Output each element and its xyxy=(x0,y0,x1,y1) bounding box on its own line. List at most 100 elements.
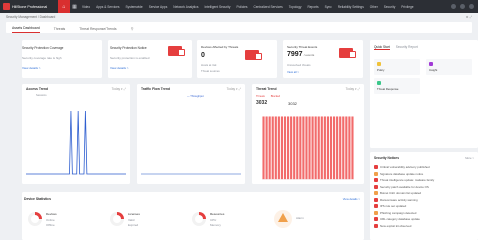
device-group-label: Devices xyxy=(46,212,57,216)
notice-text: URL category database update xyxy=(380,217,420,222)
threat-trend-title: Threat Trend xyxy=(256,87,277,91)
tab-security-report[interactable]: Security Report xyxy=(396,45,418,50)
menu-item[interactable]: Network Analytics xyxy=(170,5,201,9)
threat-bar xyxy=(290,116,293,180)
affected-line1: Hosts at risk xyxy=(201,63,217,67)
device-alert-icon xyxy=(245,50,262,60)
threat-bar xyxy=(342,116,345,180)
threat-trend-tools[interactable]: Today ▾ ⤢ xyxy=(346,87,360,91)
threat-bar xyxy=(308,116,311,180)
menu-item[interactable]: Apps & Services xyxy=(93,5,122,9)
affected-line2: Threat sources xyxy=(201,69,220,73)
threat-bar xyxy=(271,116,274,180)
access-trend-tools[interactable]: Today ▾ ⤢ xyxy=(112,87,126,91)
notice-text: IPS rule set updated xyxy=(380,204,407,209)
threat-trend-chart xyxy=(262,116,354,180)
threat-bar xyxy=(268,116,271,180)
notice-text: Critical vulnerability advisory publishe… xyxy=(380,165,430,170)
notice-icon xyxy=(374,217,378,222)
tab-threats[interactable]: Threats xyxy=(54,27,66,33)
threat-events-unit: / events xyxy=(303,53,315,57)
notices-list: Critical vulnerability advisory publishe… xyxy=(374,164,474,229)
threat-events-card: Security Threat Events 7997 / events Unr… xyxy=(283,40,363,78)
license-donut xyxy=(110,212,124,226)
threat-bar xyxy=(302,116,305,180)
help-icon[interactable] xyxy=(460,4,465,9)
menu-item[interactable]: Intelligent Security xyxy=(201,5,233,9)
threat-bar xyxy=(339,116,342,180)
menu-item[interactable]: Topology xyxy=(286,5,305,9)
alarm-icon xyxy=(274,210,292,228)
coverage-link[interactable]: View details > xyxy=(22,66,41,70)
home-icon[interactable]: ⌂ xyxy=(58,0,70,13)
top-right-tools xyxy=(451,4,478,9)
notice-card-link[interactable]: View details > xyxy=(110,66,129,70)
threat-bar xyxy=(348,116,351,180)
menu-item[interactable]: Centralized Services xyxy=(250,5,285,9)
notice-icon xyxy=(374,178,378,183)
alarm-label: Alarm xyxy=(296,216,304,220)
threat-bar xyxy=(317,116,320,180)
response-label: Threat Response xyxy=(377,87,399,91)
menu-item[interactable]: Sync xyxy=(322,5,335,9)
tab-assets[interactable]: Assets Dashboard xyxy=(12,26,40,33)
device-stats-panel: Device Statistics View details > Devices… xyxy=(22,192,364,240)
tab-threat-response[interactable]: Threat Response/Trends xyxy=(79,27,116,33)
top-navbar: HillStone Professional ⌂ ▦ Video Apps & S… xyxy=(0,0,478,13)
threat-events-value: 7997 xyxy=(287,51,303,58)
menu-item[interactable]: Policies xyxy=(234,5,251,9)
brand-logo-icon xyxy=(3,3,10,10)
threat-bar xyxy=(336,116,339,180)
notice-card: Security Protection Notice Security prot… xyxy=(108,40,192,78)
threat-bar xyxy=(265,116,268,180)
device-stats-link[interactable]: View details > xyxy=(343,197,360,201)
grid-icon[interactable]: ▦ xyxy=(70,4,79,10)
menu-item[interactable]: Systemwide xyxy=(123,5,146,9)
threat-bar xyxy=(286,116,290,180)
device-group-a: Online xyxy=(46,218,55,222)
notice-text: Signature database update notice xyxy=(380,171,424,176)
notice-text: Ransomware activity warning xyxy=(380,197,418,202)
threat-stat-2: 3032 xyxy=(288,101,297,106)
menu-item[interactable]: Security xyxy=(381,5,399,9)
bell-icon[interactable] xyxy=(451,4,456,9)
threat-trend-panel: Threat Trend Today ▾ ⤢ Threats Blocked 3… xyxy=(252,84,364,184)
device-stats-title: Device Statistics xyxy=(24,197,51,201)
access-series-line xyxy=(26,110,126,175)
notice-item[interactable]: New exploit kit observed xyxy=(374,223,474,230)
device-donut xyxy=(28,212,42,226)
threat-bar xyxy=(280,116,284,180)
traffic-trend-chart xyxy=(141,173,241,175)
threat-bar xyxy=(351,116,354,180)
user-avatar[interactable] xyxy=(469,4,474,9)
brand[interactable]: HillStone Professional xyxy=(0,3,58,10)
response-icon xyxy=(377,81,381,85)
menu-item[interactable]: Privilege xyxy=(398,5,416,9)
affected-title: Devices Affected by Threats xyxy=(201,45,239,49)
notice-text: Security patch available for device OS xyxy=(380,184,429,189)
menu-item[interactable]: Reports xyxy=(304,5,321,9)
threat-bar xyxy=(323,116,326,180)
policy-icon xyxy=(377,62,381,66)
notices-title: Security Notices xyxy=(374,156,399,160)
quick-item-insight[interactable]: Insight xyxy=(426,59,472,75)
tab-quick-start[interactable]: Quick Start xyxy=(374,45,390,50)
access-trend-title: Access Trend xyxy=(26,87,49,91)
threat-events-title: Security Threat Events xyxy=(287,45,318,49)
quick-item-response[interactable]: Threat Response xyxy=(374,78,420,94)
notices-more[interactable]: More > xyxy=(465,156,474,160)
pin-icon[interactable]: ⚲ xyxy=(131,26,134,33)
threat-event-icon xyxy=(339,48,356,58)
threat-bar xyxy=(293,116,296,180)
quick-item-policy[interactable]: Policy xyxy=(374,59,420,75)
threat-bar xyxy=(305,116,308,180)
traffic-trend-tools[interactable]: Today ▾ ⤢ xyxy=(227,87,241,91)
menu-item[interactable]: Video xyxy=(79,5,93,9)
quick-start-tabs: Quick Start Security Report xyxy=(374,45,418,50)
threat-events-link[interactable]: View all > xyxy=(287,70,299,74)
settings-icon[interactable]: ⚙ ⤢ xyxy=(466,15,472,19)
security-notices-panel: Security Notices More > Critical vulnera… xyxy=(370,152,478,240)
menu-item[interactable]: Other xyxy=(367,5,381,9)
menu-item[interactable]: Reliability Settings xyxy=(335,5,367,9)
menu-item[interactable]: Service Apps xyxy=(146,5,171,9)
